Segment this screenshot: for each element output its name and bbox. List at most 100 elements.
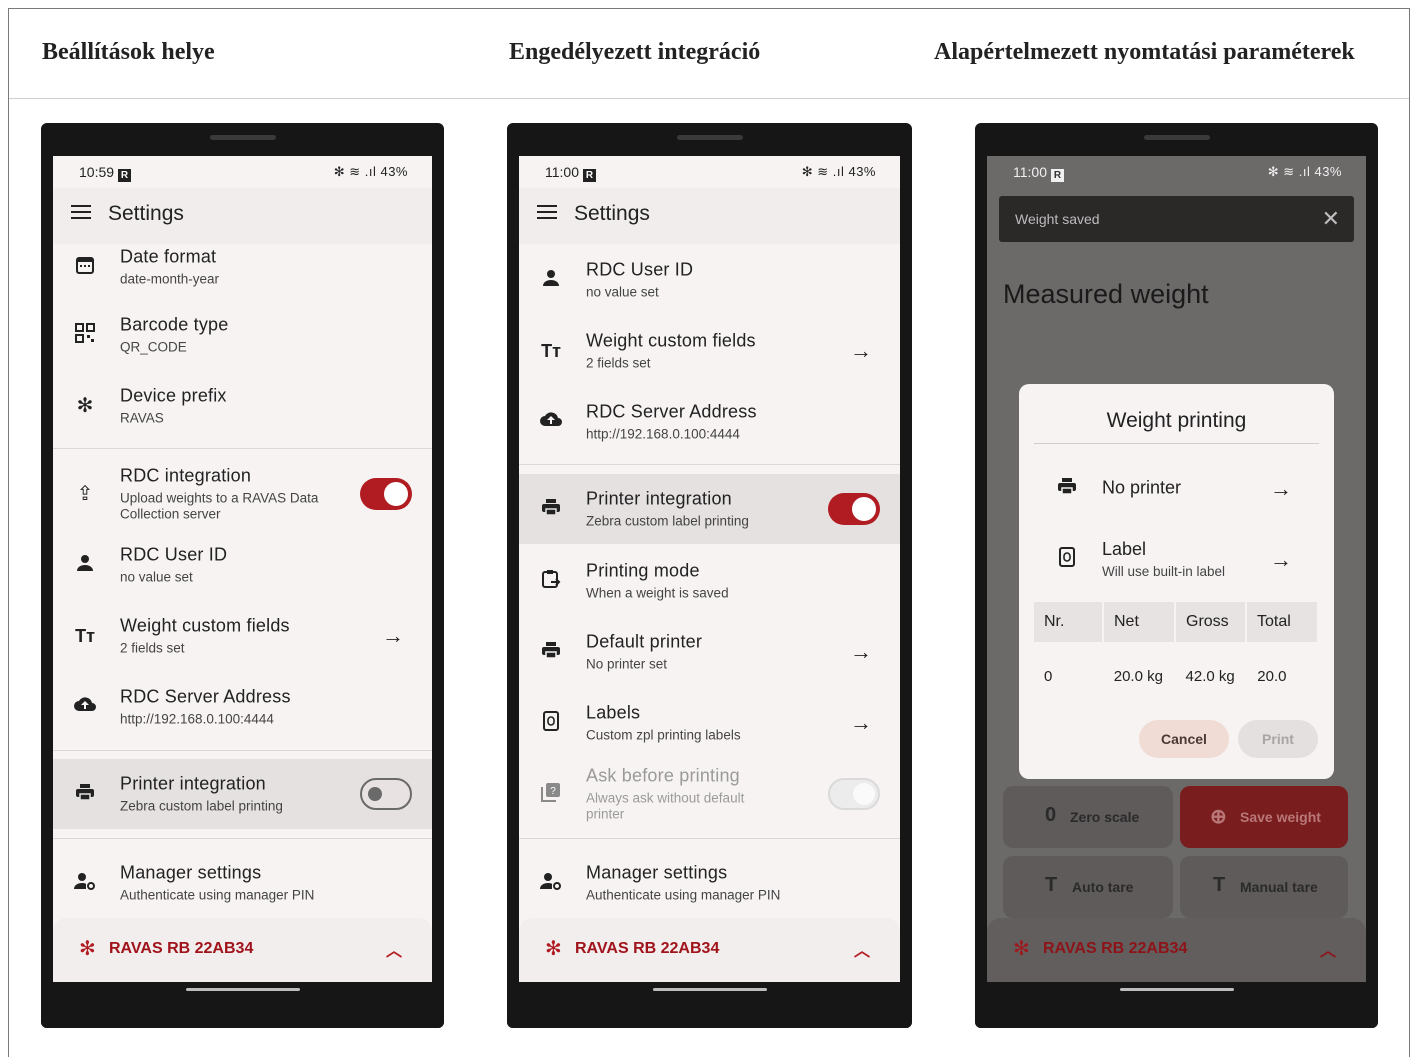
setting-printing-mode[interactable]: Printing mode When a weight is saved xyxy=(519,546,900,616)
setting-title: RDC Server Address xyxy=(120,686,291,707)
cancel-button[interactable]: Cancel xyxy=(1139,720,1229,758)
bluetooth-icon: ✻ xyxy=(1013,938,1030,960)
label-file-icon xyxy=(1055,547,1079,571)
svg-text:?: ? xyxy=(550,786,556,797)
arrow-right-icon[interactable]: → xyxy=(850,639,872,665)
setting-printer-integration[interactable]: Printer integration Zebra custom label pr… xyxy=(519,474,900,544)
speaker xyxy=(676,135,743,140)
arrow-right-icon[interactable]: → xyxy=(850,338,872,364)
setting-subtitle: QR_CODE xyxy=(120,339,187,355)
setting-manager-settings[interactable]: Manager settings Authenticate using manag… xyxy=(53,848,432,918)
manual-tare-button[interactable]: T Manual tare xyxy=(1180,856,1348,918)
setting-subtitle: RAVAS xyxy=(120,410,164,426)
label-select-row[interactable]: Label Will use built-in label → xyxy=(1019,529,1334,589)
setting-rdc-server-address[interactable]: RDC Server Address http://192.168.0.100:4… xyxy=(519,387,900,457)
printer-integration-toggle[interactable] xyxy=(828,493,880,525)
row-title: Label xyxy=(1102,539,1147,559)
column-header: Gross xyxy=(1176,602,1247,642)
setting-subtitle: http://192.168.0.100:4444 xyxy=(120,711,274,727)
column-title-settings-location: Beállítások helye xyxy=(42,39,215,65)
chevron-up-icon[interactable]: ︿ xyxy=(386,937,402,961)
button-label: Zero scale xyxy=(1070,809,1140,825)
setting-rdc-user-id[interactable]: RDC User ID no value set xyxy=(519,245,900,315)
system-status: ✻ ≋ .ıl 43% xyxy=(1267,164,1342,179)
gesture-bar[interactable] xyxy=(1119,988,1234,991)
setting-subtitle: When a weight is saved xyxy=(586,585,729,601)
ask-before-printing-toggle[interactable] xyxy=(828,778,880,810)
speaker xyxy=(1143,135,1210,140)
page-title: Settings xyxy=(108,202,184,225)
device-bar[interactable]: ✻ RAVAS RB 22AB34 ︿ xyxy=(519,918,900,982)
setting-title: Printer integration xyxy=(120,773,266,794)
arrow-right-icon[interactable]: → xyxy=(382,623,404,649)
speaker xyxy=(209,135,276,140)
cloud-upload-icon xyxy=(73,695,97,719)
setting-title: RDC User ID xyxy=(120,544,228,565)
setting-subtitle: http://192.168.0.100:4444 xyxy=(586,426,740,442)
setting-date-format[interactable]: Date format date-month-year xyxy=(53,240,432,294)
setting-title: Labels xyxy=(586,702,641,723)
bluetooth-icon: ✻ xyxy=(545,938,562,960)
close-icon[interactable]: ✕ xyxy=(1322,206,1340,232)
menu-icon[interactable] xyxy=(71,205,91,219)
upload-scale-icon: ⇪ xyxy=(76,483,94,505)
setting-default-printer[interactable]: Default printer No printer set → xyxy=(519,617,900,687)
calendar-icon xyxy=(73,255,97,279)
print-button[interactable]: Print xyxy=(1238,720,1318,758)
setting-printer-integration[interactable]: Printer integration Zebra custom label pr… xyxy=(53,759,432,829)
status-bar: 11:00 R ✻ ≋ .ıl 43% xyxy=(519,156,900,188)
status-bar: 10:59 R ✻ ≋ .ıl 43% xyxy=(53,156,432,188)
setting-title: RDC Server Address xyxy=(586,401,757,422)
setting-subtitle: Always ask without default printer xyxy=(586,790,745,822)
setting-device-prefix[interactable]: ✻ Device prefix RAVAS xyxy=(53,371,432,441)
setting-subtitle: no value set xyxy=(120,569,193,585)
measured-weight-heading: Measured weight xyxy=(1003,279,1209,309)
app-bar: Settings xyxy=(519,188,900,244)
menu-icon[interactable] xyxy=(537,205,557,219)
arrow-right-icon[interactable]: → xyxy=(1270,476,1292,502)
column-title-enabled-integration: Engedélyezett integráció xyxy=(509,39,761,65)
ravas-app-icon: R xyxy=(118,169,132,182)
bluetooth-icon: ✻ xyxy=(76,395,94,417)
chevron-up-icon[interactable]: ︿ xyxy=(1320,937,1336,961)
text-fields-icon: Tт xyxy=(541,341,561,361)
row-title: No printer xyxy=(1102,477,1182,498)
arrow-right-icon[interactable]: → xyxy=(850,710,872,736)
printer-select-row[interactable]: No printer → xyxy=(1019,458,1334,518)
setting-title: Manager settings xyxy=(586,862,728,883)
divider xyxy=(1034,443,1319,444)
setting-subtitle: no value set xyxy=(586,284,659,300)
setting-title: Weight custom fields xyxy=(586,330,756,351)
setting-rdc-integration[interactable]: ⇪ RDC integration Upload weights to a RAV… xyxy=(53,458,432,530)
setting-title: Barcode type xyxy=(120,314,229,335)
page-title: Settings xyxy=(574,202,650,225)
snackbar-message: Weight saved xyxy=(1015,211,1100,227)
printer-integration-toggle[interactable] xyxy=(360,778,412,810)
phone-screen: 10:59 R ✻ ≋ .ıl 43% Settings Date format d… xyxy=(53,156,432,982)
device-bar[interactable]: ✻ RAVAS RB 22AB34 ︿ xyxy=(987,918,1366,982)
setting-labels[interactable]: Labels Custom zpl printing labels → xyxy=(519,688,900,758)
app-bar: Settings xyxy=(53,188,432,244)
setting-title: Device prefix xyxy=(120,385,227,406)
gesture-bar[interactable] xyxy=(185,988,300,991)
auto-tare-button[interactable]: T Auto tare xyxy=(1003,856,1173,918)
arrow-right-icon[interactable]: → xyxy=(1270,547,1292,573)
setting-weight-custom-fields[interactable]: Tт Weight custom fields 2 fields set → xyxy=(519,316,900,386)
gesture-bar[interactable] xyxy=(652,988,767,991)
person-icon xyxy=(73,553,97,577)
zero-scale-button[interactable]: 0 Zero scale xyxy=(1003,786,1173,848)
setting-manager-settings[interactable]: Manager settings Authenticate using manag… xyxy=(519,848,900,918)
setting-ask-before-printing[interactable]: ? Ask before printing Always ask without … xyxy=(519,756,900,832)
cell-nr: 0 xyxy=(1044,668,1053,685)
setting-rdc-server-address[interactable]: RDC Server Address http://192.168.0.100:4… xyxy=(53,672,432,742)
save-weight-button[interactable]: ⊕ Save weight xyxy=(1180,786,1348,848)
zero-icon: 0 xyxy=(1045,804,1057,826)
setting-rdc-user-id[interactable]: RDC User ID no value set xyxy=(53,530,432,600)
setting-barcode-type[interactable]: Barcode type QR_CODE xyxy=(53,300,432,370)
phone-screen: 11:00 R ✻ ≋ .ıl 43% Weight saved ✕ Measur… xyxy=(987,156,1366,982)
device-bar[interactable]: ✻ RAVAS RB 22AB34 ︿ xyxy=(53,918,432,982)
rdc-integration-toggle[interactable] xyxy=(360,478,412,510)
chevron-up-icon[interactable]: ︿ xyxy=(854,937,870,961)
setting-weight-custom-fields[interactable]: Tт Weight custom fields 2 fields set → xyxy=(53,601,432,671)
print-mode-icon xyxy=(539,569,563,593)
